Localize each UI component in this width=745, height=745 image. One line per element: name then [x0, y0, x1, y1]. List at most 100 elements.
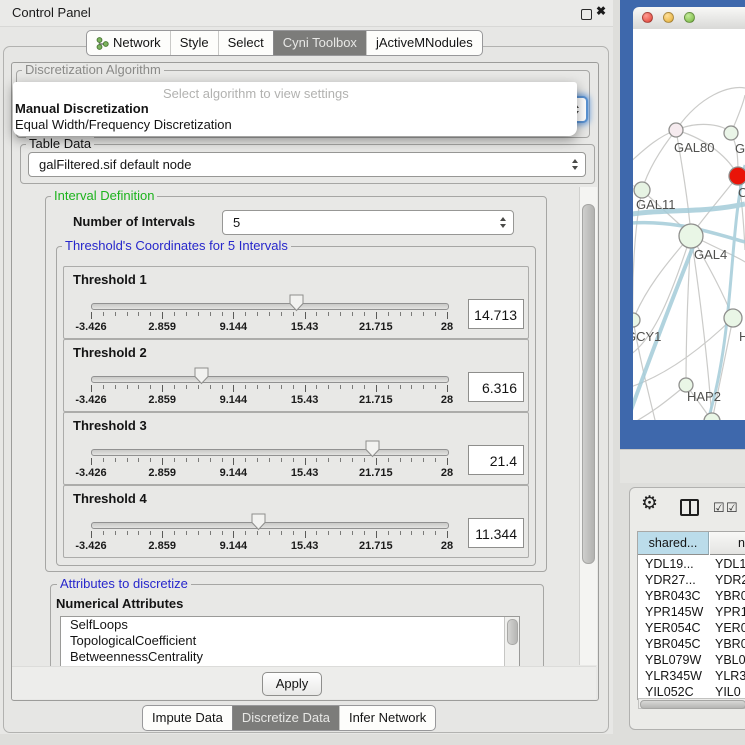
checkbox-icon[interactable]: ☑: [726, 501, 738, 514]
node-table: shared... na YDL19...YDL1YDR27...YDR2YBR…: [637, 531, 745, 700]
threshold-3-slider-thumb[interactable]: [365, 440, 380, 458]
control-panel-window: Control Panel ✖ Network Style Select Cyn…: [0, 0, 613, 734]
slider-tick: [174, 312, 175, 316]
threshold-1-slider-track[interactable]: [91, 303, 449, 310]
slider-tick-label: 9.144: [220, 467, 248, 479]
table-cell: YDR27...: [645, 572, 696, 588]
table-row[interactable]: YDR27... YDR2: [638, 572, 745, 588]
threshold-4-label: Threshold 4: [73, 491, 147, 506]
tab-impute-data[interactable]: Impute Data: [143, 706, 232, 730]
panel-scrollbar[interactable]: [579, 187, 597, 665]
network-node[interactable]: [633, 313, 640, 327]
network-node-label: HAP2: [687, 389, 721, 404]
tab-cyni-toolbox[interactable]: Cyni Toolbox: [273, 31, 366, 55]
attributes-list: SelfLoopsTopologicalCoefficientBetweenne…: [60, 616, 520, 670]
column-header-shared[interactable]: shared...: [638, 532, 709, 555]
slider-tick: [352, 312, 353, 316]
slider-tick: [257, 458, 258, 462]
threshold-1-slider-thumb[interactable]: [289, 294, 304, 312]
slider-tick: [210, 312, 211, 316]
threshold-4-value-field[interactable]: 11.344: [468, 518, 524, 548]
attribute-item[interactable]: TopologicalCoefficient: [61, 633, 519, 649]
columns-icon[interactable]: [680, 499, 699, 516]
table-scrollbar-thumb[interactable]: [640, 700, 745, 709]
table-cell: YDR2: [715, 572, 745, 588]
tab-style[interactable]: Style: [170, 31, 218, 55]
tab-select[interactable]: Select: [218, 31, 273, 55]
checkbox-icon[interactable]: ☑: [713, 501, 725, 514]
threshold-1-value-field[interactable]: 14.713: [468, 299, 524, 329]
slider-tick: [376, 312, 377, 319]
close-traffic-light[interactable]: [642, 12, 653, 23]
minimize-traffic-light[interactable]: [663, 12, 674, 23]
table-row[interactable]: YBR045CYBR0: [638, 636, 745, 652]
window-title: Control Panel: [12, 5, 91, 20]
table-row[interactable]: YDL19...YDL1: [638, 556, 745, 572]
slider-tick: [138, 312, 139, 316]
table-row[interactable]: YER054CYER0: [638, 620, 745, 636]
slider-tick: [281, 531, 282, 535]
attributes-list-scrollbar[interactable]: [504, 617, 519, 669]
table-cell: YLR3: [715, 668, 745, 684]
number-of-intervals-combobox[interactable]: 5: [222, 210, 514, 235]
threshold-3-slider-track[interactable]: [91, 449, 449, 456]
slider-tick: [91, 312, 92, 319]
slider-tick: [435, 458, 436, 462]
threshold-2-value-field[interactable]: 6.316: [468, 372, 524, 402]
zoom-traffic-light[interactable]: [684, 12, 695, 23]
slider-tick-label: 28: [441, 540, 453, 552]
threshold-4-slider-thumb[interactable]: [251, 513, 266, 531]
network-node[interactable]: [669, 123, 683, 137]
tab-infer-network[interactable]: Infer Network: [339, 706, 435, 730]
column-header-name[interactable]: na: [710, 532, 745, 555]
network-node[interactable]: [724, 126, 738, 140]
tab-network[interactable]: Network: [87, 31, 170, 55]
slider-tick: [127, 531, 128, 535]
table-cell: YDL19...: [645, 556, 694, 572]
attribute-item[interactable]: BetweennessCentrality: [61, 649, 519, 665]
dropdown-option-equal-width-frequency[interactable]: Equal Width/Frequency Discretization: [15, 117, 232, 132]
network-node[interactable]: [634, 182, 650, 198]
slider-tick: [400, 385, 401, 389]
threshold-3-value-field[interactable]: 21.4: [468, 445, 524, 475]
threshold-4-panel: Threshold 4 -3.4262.8599.14415.4321.7152…: [63, 485, 529, 558]
table-row[interactable]: YBL079WYBL0: [638, 652, 745, 668]
tab-jactivemnodules[interactable]: jActiveMNodules: [366, 31, 482, 55]
slider-tick: [174, 458, 175, 462]
table-data-combobox[interactable]: galFiltered.sif default node: [28, 152, 586, 177]
slider-tick: [138, 531, 139, 535]
close-icon[interactable]: ✖: [596, 4, 606, 18]
float-window-icon[interactable]: [581, 9, 592, 20]
dropdown-option-manual-discretization[interactable]: Manual Discretization: [15, 101, 149, 116]
table-horizontal-scrollbar[interactable]: [638, 698, 745, 709]
control-panel-titlebar: Control Panel ✖: [0, 0, 613, 27]
slider-tick: [411, 385, 412, 389]
slider-tick: [435, 385, 436, 389]
attribute-item[interactable]: SelfLoops: [61, 617, 519, 633]
threshold-4-slider-track[interactable]: [91, 522, 449, 529]
slider-tick: [269, 531, 270, 535]
slider-tick: [411, 312, 412, 316]
slider-tick: [364, 385, 365, 389]
slider-tick-label: 21.715: [359, 394, 393, 406]
network-canvas[interactable]: GAL80GACGAL11GAL4GCY1HHAP2: [633, 29, 745, 420]
threshold-2-slider-thumb[interactable]: [194, 367, 209, 385]
table-row[interactable]: YBR043CYBR0: [638, 588, 745, 604]
slider-tick: [340, 312, 341, 316]
network-node[interactable]: [679, 224, 703, 248]
table-row[interactable]: YLR345WYLR3: [638, 668, 745, 684]
network-node[interactable]: [724, 309, 742, 327]
slider-tick: [411, 458, 412, 462]
network-node[interactable]: [704, 413, 720, 420]
slider-tick: [328, 312, 329, 316]
panel-scrollbar-thumb[interactable]: [582, 204, 595, 564]
table-row[interactable]: YPR145WYPR1: [638, 604, 745, 620]
gear-icon[interactable]: ⚙: [641, 494, 658, 514]
threshold-2-slider-track[interactable]: [91, 376, 449, 383]
network-node[interactable]: [729, 167, 745, 185]
scrollbar-thumb[interactable]: [507, 619, 518, 645]
slider-tick: [103, 458, 104, 462]
tab-discretize-data[interactable]: Discretize Data: [232, 706, 339, 730]
apply-button[interactable]: Apply: [262, 672, 322, 696]
network-view-window: GAL80GACGAL11GAL4GCY1HHAP2: [620, 0, 745, 449]
